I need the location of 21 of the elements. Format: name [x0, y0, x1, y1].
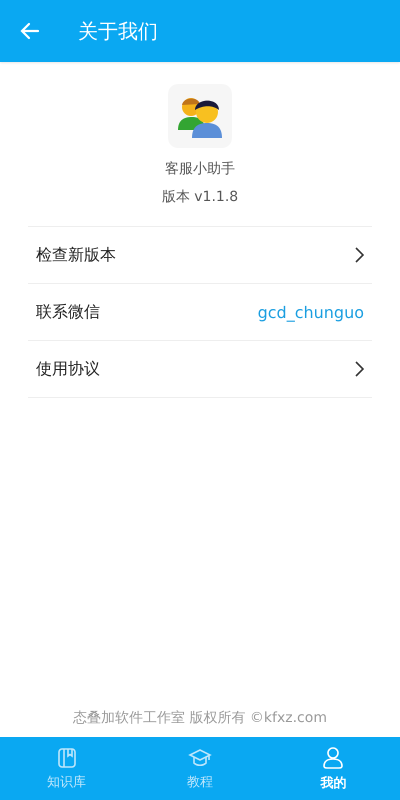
chevron-right-icon: [354, 247, 364, 263]
back-button[interactable]: [20, 22, 40, 40]
app-name: 客服小助手: [165, 160, 235, 178]
user-icon: [321, 746, 346, 770]
tab[interactable]: 知识库: [0, 737, 134, 800]
chevron-right-icon: [354, 361, 364, 377]
row-label: 检查新版本: [36, 244, 116, 266]
graduation-cap-icon: [188, 746, 212, 768]
tab[interactable]: 我的: [266, 737, 400, 800]
menu-row[interactable]: 使用协议: [28, 341, 372, 398]
copyright-text: 态叠加软件工作室 版权所有 ©kfxz.com: [72, 709, 328, 728]
row-label: 联系微信: [36, 302, 100, 322]
page-title: 关于我们: [78, 18, 158, 44]
tab[interactable]: 教程: [133, 737, 267, 800]
app-logo-icon: [168, 84, 232, 148]
menu-row[interactable]: 检查新版本: [28, 227, 372, 284]
back-arrow-icon: [20, 22, 40, 40]
app-version: 版本 v1.1.8: [162, 188, 238, 206]
row-label: 使用协议: [36, 358, 100, 380]
wechat-id: gcd_chunguo: [258, 302, 364, 322]
book-icon: [56, 746, 78, 768]
